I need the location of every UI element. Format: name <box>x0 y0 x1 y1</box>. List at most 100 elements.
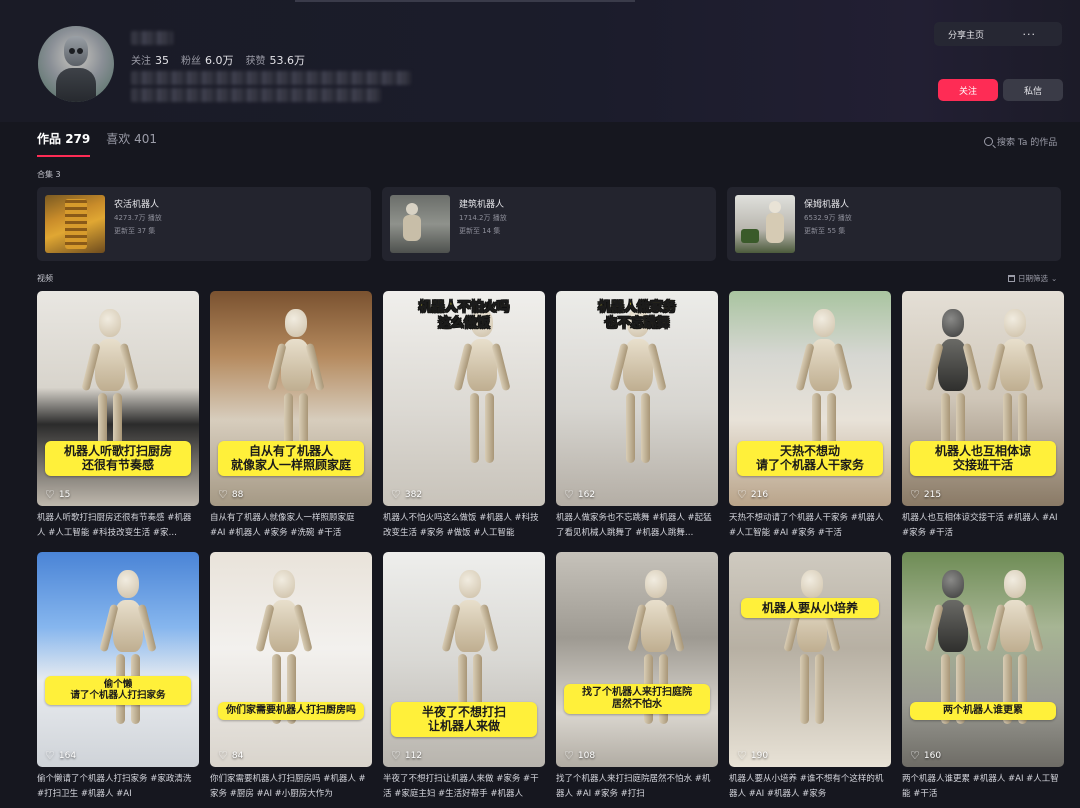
video-description[interactable]: 机器人听歌打扫厨房还很有节奏感 #机器人 #人工智能 #科技改变生活 #家… <box>37 511 199 542</box>
collection-plays: 6532.9万 播放 <box>804 214 852 222</box>
video-caption-overlay: 机器人也互相体谅 交接班干活 <box>910 441 1056 476</box>
video-description[interactable]: 机器人不怕火吗这么做饭 #机器人 #科技改变生活 #家务 #做饭 #人工智能 <box>383 511 545 542</box>
date-filter-label: 日期筛选 <box>1018 274 1048 283</box>
video-thumbnail[interactable]: 自从有了机器人 就像家人一样照顾家庭 ♡ 88 <box>210 291 372 506</box>
video-caption-overlay: 机器人做家务 也不忘跳舞 <box>597 300 677 331</box>
share-profile-button[interactable]: 分享主页 <box>948 28 984 41</box>
avatar-eye <box>69 48 75 54</box>
collection-plays: 4273.7万 播放 <box>114 214 162 222</box>
video-caption-overlay: 机器人不怕火吗 这么做饭 <box>418 300 510 331</box>
like-count: ♡ 112 <box>391 750 422 761</box>
like-count: ♡ 84 <box>218 750 243 761</box>
like-count: ♡ 162 <box>564 489 595 500</box>
video-thumbnail[interactable]: 机器人要从小培养 ♡ 190 <box>729 552 891 767</box>
video-card[interactable]: 半夜了不想打扫 让机器人来做 ♡ 112 半夜了不想打扫让机器人来做 #家务 #干活 … <box>383 552 545 808</box>
video-card[interactable]: 机器人也互相体谅 交接班干活 ♡ 215 机器人也互相体谅交接干活 #机器人 #AI … <box>902 291 1064 552</box>
robot-figure <box>99 570 157 750</box>
stat-value: 53.6万 <box>269 54 306 67</box>
avatar[interactable] <box>38 26 114 102</box>
like-count-value: 216 <box>750 489 769 500</box>
stat-label: 关注 <box>131 56 151 67</box>
video-card[interactable]: 机器人不怕火吗 这么做饭 ♡ 382 机器人不怕火吗这么做饭 #机器人 #科技改变生活… <box>383 291 545 552</box>
like-count: ♡ 108 <box>564 750 595 761</box>
date-filter-button[interactable]: 日期筛选 ⌄ <box>1008 273 1057 284</box>
video-card[interactable]: 偷个懒 请了个机器人打扫家务 ♡ 164 偷个懒请了个机器人打扫家务 #家政清洗 #打… <box>37 552 199 808</box>
collection-update: 更新至 37 集 <box>114 227 156 235</box>
chevron-down-icon: ⌄ <box>1051 274 1058 283</box>
like-count: ♡ 215 <box>910 489 941 500</box>
video-description[interactable]: 机器人要从小培养 #谁不想有个这样的机器人 #AI #机器人 #家务 <box>729 772 891 803</box>
robot-figure <box>609 309 667 489</box>
like-count-value: 215 <box>923 489 942 500</box>
tab-works[interactable]: 作品 279 <box>37 130 91 157</box>
collection-thumbnail <box>45 195 105 253</box>
tab-count: 279 <box>65 132 91 146</box>
video-thumbnail[interactable]: 两个机器人谁更累 ♡ 160 <box>902 552 1064 767</box>
tab-likes[interactable]: 喜欢 401 <box>106 130 157 147</box>
heart-icon: ♡ <box>737 488 747 501</box>
video-card[interactable]: 机器人听歌打扫厨房 还很有节奏感 ♡ 15 机器人听歌打扫厨房还很有节奏感 #机器人 … <box>37 291 199 552</box>
video-card[interactable]: 你们家需要机器人打扫厨房吗 ♡ 84 你们家需要机器人打扫厨房吗 #机器人 #家务 #… <box>210 552 372 808</box>
collection-card[interactable]: 保姆机器人 6532.9万 播放 更新至 55 集 <box>727 187 1061 261</box>
collection-card[interactable]: 农活机器人 4273.7万 播放 更新至 37 集 <box>37 187 371 261</box>
more-icon[interactable]: ··· <box>1023 28 1037 41</box>
video-card[interactable]: 机器人做家务 也不忘跳舞 ♡ 162 机器人做家务也不忘跳舞 #机器人 #起猛了看见机… <box>556 291 718 552</box>
video-description[interactable]: 自从有了机器人就像家人一样照顾家庭 #AI #机器人 #家务 #洗碗 #干活 <box>210 511 372 542</box>
video-description[interactable]: 找了个机器人来打扫庭院居然不怕水 #机器人 #AI #家务 #打扫 <box>556 772 718 803</box>
profile-tabs: 作品 279 喜欢 401 <box>37 130 157 157</box>
follow-button[interactable]: 关注 <box>938 79 998 101</box>
video-thumbnail[interactable]: 偷个懒 请了个机器人打扫家务 ♡ 164 <box>37 552 199 767</box>
message-button[interactable]: 私信 <box>1003 79 1063 101</box>
heart-icon: ♡ <box>910 488 920 501</box>
like-count-value: 160 <box>923 750 942 761</box>
stat-followers[interactable]: 粉丝 6.0万 <box>181 52 234 68</box>
video-thumbnail[interactable]: 天热不想动 请了个机器人干家务 ♡ 216 <box>729 291 891 506</box>
video-thumbnail[interactable]: 你们家需要机器人打扫厨房吗 ♡ 84 <box>210 552 372 767</box>
stat-following[interactable]: 关注 35 <box>131 52 169 68</box>
video-description[interactable]: 机器人做家务也不忘跳舞 #机器人 #起猛了看见机械人跳舞了 #机器人跳舞… <box>556 511 718 542</box>
video-description[interactable]: 天热不想动请了个机器人干家务 #机器人 #人工智能 #AI #家务 #干活 <box>729 511 891 542</box>
heart-icon: ♡ <box>910 749 920 762</box>
like-count-value: 112 <box>404 750 423 761</box>
collection-card[interactable]: 建筑机器人 1714.2万 播放 更新至 14 集 <box>382 187 716 261</box>
video-description[interactable]: 偷个懒请了个机器人打扫家务 #家政清洗 #打扫卫生 #机器人 #AI <box>37 772 199 803</box>
video-card[interactable]: 两个机器人谁更累 ♡ 160 两个机器人谁更累 #机器人 #AI #人工智能 #干活 <box>902 552 1064 808</box>
video-description[interactable]: 两个机器人谁更累 #机器人 #AI #人工智能 #干活 <box>902 772 1064 803</box>
collection-title: 保姆机器人 <box>804 200 850 210</box>
video-description[interactable]: 机器人也互相体谅交接干活 #机器人 #AI #家务 #干活 <box>902 511 1064 542</box>
tab-label: 喜欢 <box>106 132 131 146</box>
tab-label: 作品 <box>37 132 62 146</box>
video-card[interactable]: 机器人要从小培养 ♡ 190 机器人要从小培养 #谁不想有个这样的机器人 #AI #机… <box>729 552 891 808</box>
robot-figure <box>453 309 511 489</box>
share-profile-bar: 分享主页 ··· <box>934 22 1062 46</box>
video-description[interactable]: 半夜了不想打扫让机器人来做 #家务 #干活 #家庭主妇 #生活好帮手 #机器人 <box>383 772 545 803</box>
like-count: ♡ 382 <box>391 489 422 500</box>
search-label: 搜索 Ta 的作品 <box>997 138 1058 148</box>
search-works-button[interactable]: 搜索 Ta 的作品 <box>984 135 1057 148</box>
video-card[interactable]: 找了个机器人来打扫庭院 居然不怕水 ♡ 108 找了个机器人来打扫庭院居然不怕水 #机… <box>556 552 718 808</box>
video-card[interactable]: 天热不想动 请了个机器人干家务 ♡ 216 天热不想动请了个机器人干家务 #机器人 #… <box>729 291 891 552</box>
like-count-value: 190 <box>750 750 769 761</box>
stat-label: 获赞 <box>245 56 266 67</box>
like-count: ♡ 164 <box>45 750 76 761</box>
video-caption-overlay: 两个机器人谁更累 <box>910 702 1056 720</box>
tab-count: 401 <box>134 132 158 146</box>
like-count-value: 164 <box>58 750 77 761</box>
video-thumbnail[interactable]: 机器人不怕火吗 这么做饭 ♡ 382 <box>383 291 545 506</box>
video-thumbnail[interactable]: 机器人也互相体谅 交接班干活 ♡ 215 <box>902 291 1064 506</box>
like-count-value: 108 <box>577 750 596 761</box>
video-description[interactable]: 你们家需要机器人打扫厨房吗 #机器人 #家务 #厨房 #AI #小厨房大作为 <box>210 772 372 803</box>
video-card[interactable]: 自从有了机器人 就像家人一样照顾家庭 ♡ 88 自从有了机器人就像家人一样照顾家庭 #… <box>210 291 372 552</box>
video-thumbnail[interactable]: 找了个机器人来打扫庭院 居然不怕水 ♡ 108 <box>556 552 718 767</box>
like-count-value: 162 <box>577 489 596 500</box>
video-caption-overlay: 机器人听歌打扫厨房 还很有节奏感 <box>45 441 191 476</box>
collection-thumbnail <box>735 195 795 253</box>
collections-list: 农活机器人 4273.7万 播放 更新至 37 集 建筑机器人 1714.2万 … <box>37 187 1061 261</box>
stat-likes: 获赞 53.6万 <box>246 52 306 68</box>
video-thumbnail[interactable]: 半夜了不想打扫 让机器人来做 ♡ 112 <box>383 552 545 767</box>
robot-figure <box>255 570 313 750</box>
video-thumbnail[interactable]: 机器人做家务 也不忘跳舞 ♡ 162 <box>556 291 718 506</box>
video-thumbnail[interactable]: 机器人听歌打扫厨房 还很有节奏感 ♡ 15 <box>37 291 199 506</box>
video-caption-overlay: 偷个懒 请了个机器人打扫家务 <box>45 676 191 705</box>
collection-update: 更新至 55 集 <box>804 227 846 235</box>
